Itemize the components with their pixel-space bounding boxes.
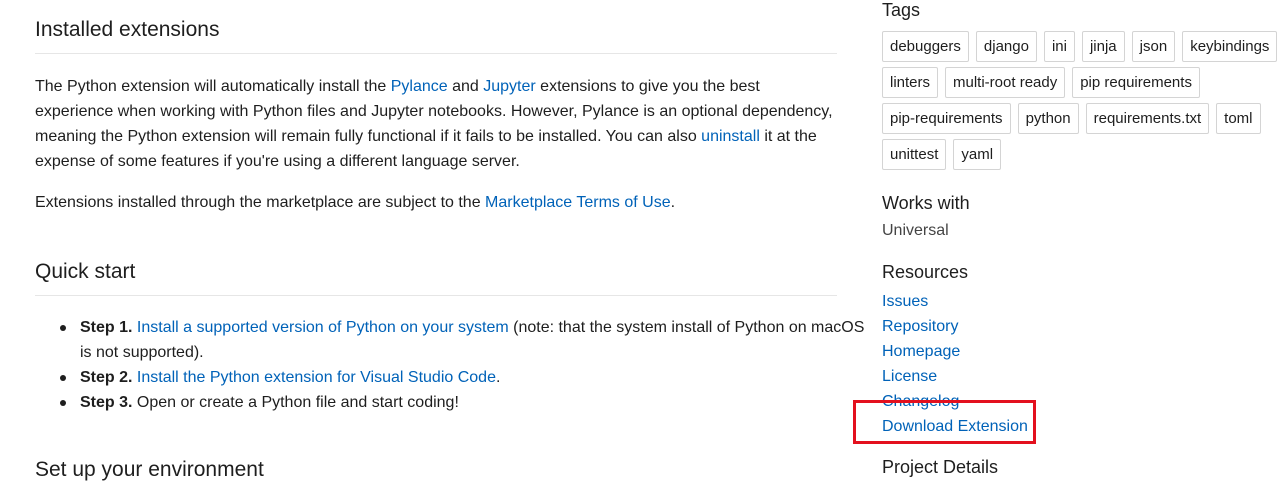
homepage-link[interactable]: Homepage: [882, 343, 960, 360]
step-label: Step 1.: [80, 319, 133, 336]
changelog-link[interactable]: Changelog: [882, 393, 959, 410]
marketplace-terms-link[interactable]: Marketplace Terms of Use: [485, 194, 671, 211]
install-python-link[interactable]: Install a supported version of Python on…: [137, 319, 509, 336]
resources-heading: Resources: [882, 262, 969, 282]
tag-row: unittest yaml: [882, 139, 1274, 170]
issues-link[interactable]: Issues: [882, 293, 928, 310]
tag[interactable]: json: [1131, 31, 1176, 62]
installed-extensions-paragraph: The Python extension will automatically …: [35, 74, 835, 174]
section-divider: [35, 295, 837, 296]
section-divider: [35, 53, 837, 54]
tag[interactable]: django: [975, 31, 1037, 62]
tag-list: debuggers django ini jinja json keybindi…: [882, 31, 1278, 175]
list-item: Step 3. Open or create a Python file and…: [60, 390, 880, 415]
list-item: Download Extension: [882, 414, 1028, 439]
list-item: Step 1. Install a supported version of P…: [60, 315, 880, 365]
tag[interactable]: requirements.txt: [1085, 103, 1210, 134]
tag[interactable]: yaml: [953, 139, 1002, 170]
quick-start-heading: Quick start: [35, 260, 136, 283]
project-details-heading: Project Details: [882, 457, 999, 477]
resources-list: Issues Repository Homepage License Chang…: [882, 289, 1028, 439]
list-item: Issues: [882, 289, 1028, 314]
tag[interactable]: pip-requirements: [882, 103, 1011, 134]
tag-row: pip-requirements python requirements.txt…: [882, 103, 1274, 134]
tag[interactable]: keybindings: [1182, 31, 1278, 62]
step-label: Step 3.: [80, 394, 133, 411]
setup-environment-heading: Set up your environment: [35, 458, 264, 481]
list-item: Changelog: [882, 389, 1028, 414]
tag[interactable]: python: [1017, 103, 1079, 134]
tag[interactable]: ini: [1043, 31, 1075, 62]
tag-row: debuggers django ini jinja json keybindi…: [882, 31, 1278, 62]
tag[interactable]: multi-root ready: [945, 67, 1066, 98]
repository-link[interactable]: Repository: [882, 318, 958, 335]
download-extension-link[interactable]: Download Extension: [882, 418, 1028, 435]
tag-row: linters multi-root ready pip requirement…: [882, 67, 1274, 98]
works-with-heading: Works with: [882, 193, 970, 213]
installed-extensions-heading: Installed extensions: [35, 18, 220, 41]
tag[interactable]: toml: [1216, 103, 1261, 134]
tag[interactable]: unittest: [882, 139, 947, 170]
list-item: Homepage: [882, 339, 1028, 364]
install-extension-link[interactable]: Install the Python extension for Visual …: [137, 369, 496, 386]
step-text: .: [495, 369, 501, 386]
tag[interactable]: linters: [882, 67, 939, 98]
step-text: Open or create a Python file and start c…: [136, 394, 459, 411]
list-item: Repository: [882, 314, 1028, 339]
tags-heading: Tags: [882, 0, 921, 20]
quick-start-steps: Step 1. Install a supported version of P…: [35, 315, 880, 415]
step-label: Step 2.: [80, 369, 133, 386]
paragraph-text: Extensions installed through the marketp…: [35, 194, 486, 211]
tag[interactable]: jinja: [1081, 31, 1125, 62]
list-item: License: [882, 364, 1028, 389]
tag[interactable]: pip requirements: [1072, 67, 1200, 98]
uninstall-link[interactable]: uninstall: [701, 128, 760, 145]
jupyter-link[interactable]: Jupyter: [483, 78, 535, 95]
list-item: Step 2. Install the Python extension for…: [60, 365, 880, 390]
paragraph-text: and: [447, 78, 484, 95]
pylance-link[interactable]: Pylance: [391, 78, 448, 95]
paragraph-text: The Python extension will automatically …: [35, 78, 391, 95]
paragraph-text: .: [670, 194, 676, 211]
works-with-value: Universal: [882, 222, 949, 239]
marketplace-terms-paragraph: Extensions installed through the marketp…: [35, 190, 835, 215]
license-link[interactable]: License: [882, 368, 937, 385]
tag[interactable]: debuggers: [882, 31, 969, 62]
